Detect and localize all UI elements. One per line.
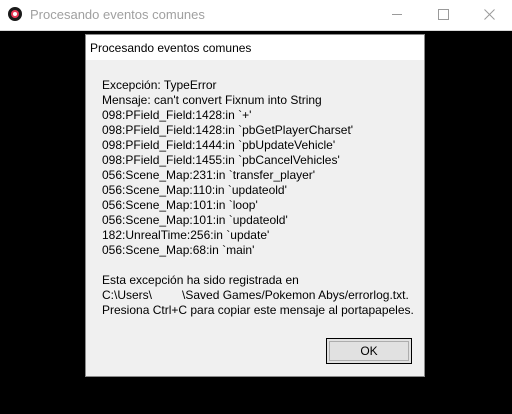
error-line: 056:Scene_Map:101:in `updateold' [102,213,288,227]
error-line: 056:Scene_Map:68:in `main' [102,243,255,257]
footer-line: Presiona Ctrl+C para copiar este mensaje… [102,303,414,317]
error-line: 056:Scene_Map:231:in `transfer_player' [102,168,316,182]
minimize-button[interactable] [374,0,420,30]
pokeball-icon [8,7,22,21]
error-line: 056:Scene_Map:110:in `updateold' [102,183,287,197]
footer-line: C:\Users\ \Saved Games/Pokemon Abys/erro… [102,288,409,302]
error-line: Excepción: TypeError [102,78,217,92]
close-button[interactable] [466,0,512,30]
footer-line: Esta excepción ha sido registrada en [102,273,299,287]
minimize-icon [392,14,402,15]
error-line: 098:PField_Field:1444:in `pbUpdateVehicl… [102,138,336,152]
app-window: Procesando eventos comunes Procesando ev… [0,0,512,414]
ok-button-label: OK [329,341,409,361]
error-line: 098:PField_Field:1428:in `pbGetPlayerCha… [102,123,354,137]
window-title: Procesando eventos comunes [30,7,205,22]
error-line: 098:PField_Field:1455:in `pbCancelVehicl… [102,153,340,167]
close-icon [484,9,495,20]
ok-button[interactable]: OK [326,338,412,364]
maximize-icon [438,9,449,20]
window-titlebar[interactable]: Procesando eventos comunes [0,0,512,31]
error-dialog: Procesando eventos comunes Excepción: Ty… [85,34,425,377]
dialog-titlebar[interactable]: Procesando eventos comunes [86,35,424,60]
error-line: 182:UnrealTime:256:in `update' [102,228,270,242]
error-line: 056:Scene_Map:101:in `loop' [102,198,258,212]
dialog-title: Procesando eventos comunes [90,41,252,55]
maximize-button[interactable] [420,0,466,30]
error-line: Mensaje: can't convert Fixnum into Strin… [102,93,322,107]
error-message: Excepción: TypeError Mensaje: can't conv… [102,78,420,318]
error-line: 098:PField_Field:1428:in `+' [102,108,252,122]
